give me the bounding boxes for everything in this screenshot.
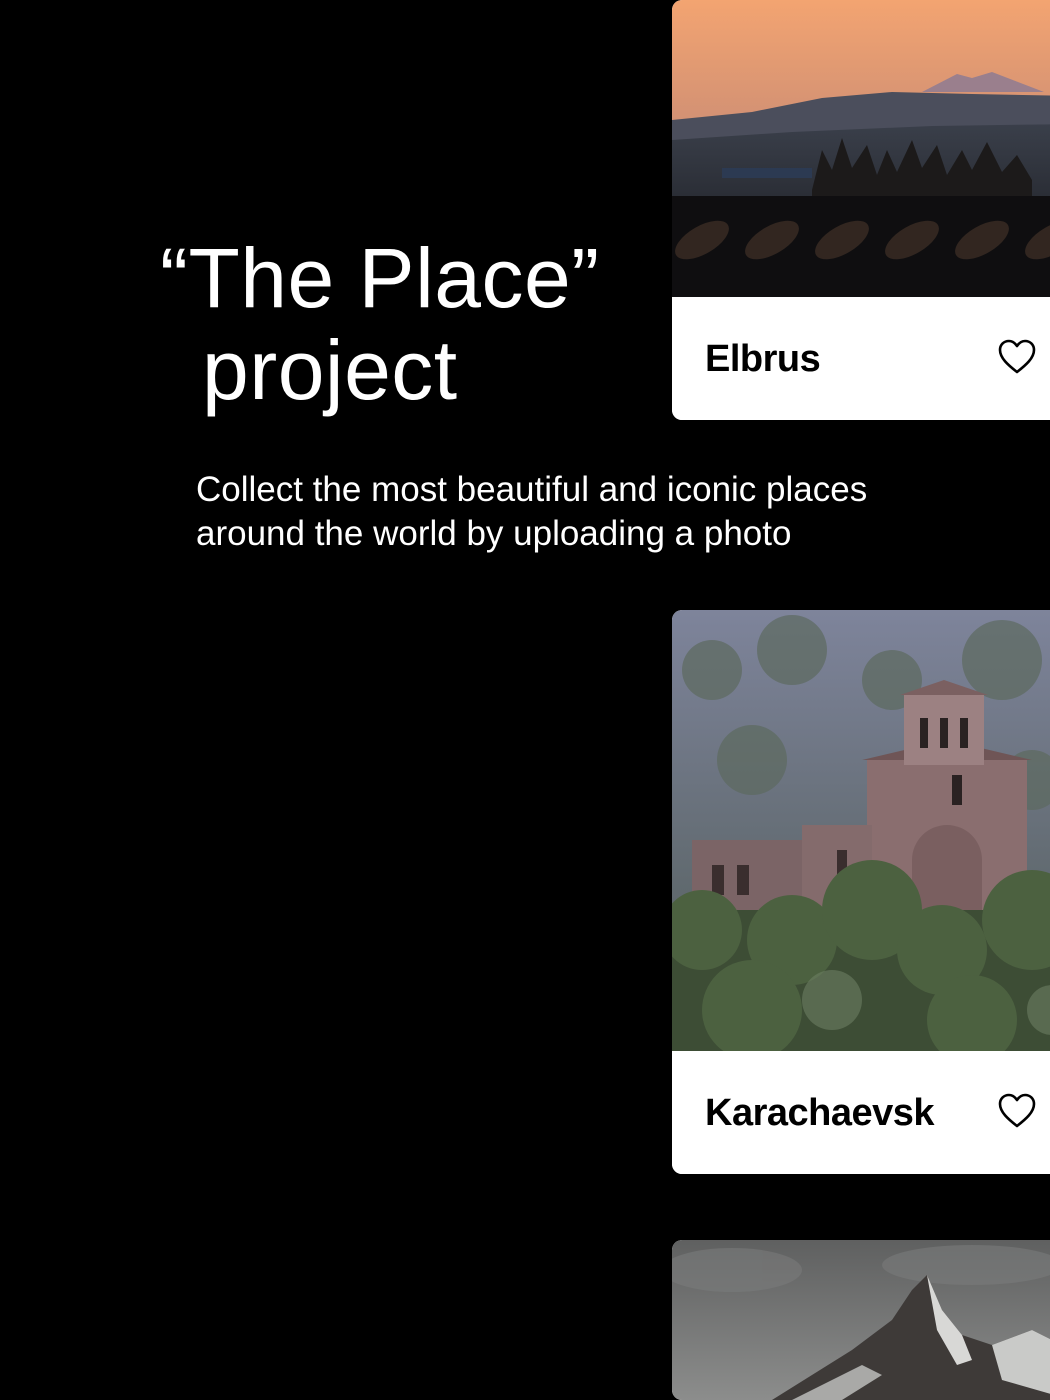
page-title: “The Place” project [160, 232, 600, 416]
place-card-elbrus: Elbrus [672, 0, 1050, 420]
page: “The Place” project Collect the most bea… [0, 0, 1050, 1400]
title-line-2: project [202, 323, 458, 417]
place-card-karachaevsk: Karachaevsk [672, 610, 1050, 1174]
place-card-footer: Karachaevsk [672, 1051, 1050, 1174]
title-line-1: “The Place” [160, 231, 600, 325]
heart-outline-icon [998, 339, 1036, 374]
place-photo-elbrus[interactable] [672, 0, 1050, 297]
like-button[interactable] [998, 339, 1036, 375]
heart-outline-icon [998, 1093, 1036, 1128]
place-photo-mountain[interactable] [672, 1240, 1050, 1400]
place-name: Elbrus [705, 338, 821, 380]
place-name: Karachaevsk [705, 1092, 935, 1134]
page-description: Collect the most beautiful and iconic pl… [196, 470, 868, 553]
place-card-mountain [672, 1240, 1050, 1400]
place-photo-karachaevsk[interactable] [672, 610, 1050, 1051]
place-card-footer: Elbrus [672, 297, 1050, 420]
like-button[interactable] [998, 1093, 1036, 1129]
